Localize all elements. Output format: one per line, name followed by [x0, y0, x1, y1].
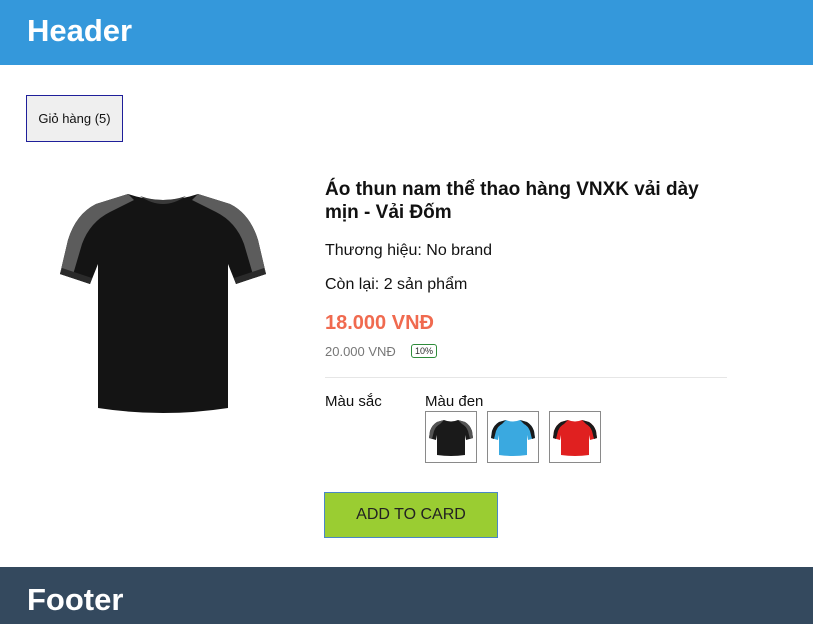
footer-title: Footer [27, 582, 124, 617]
red-tshirt-icon [553, 420, 597, 456]
product-old-price: 20.000 VNĐ [325, 344, 396, 359]
product-image [60, 182, 266, 422]
selected-color: Màu đen [425, 393, 484, 410]
swatch-red[interactable] [549, 411, 601, 463]
black-tshirt-icon [429, 420, 473, 456]
product-stock: Còn lại: 2 sản phẩm [325, 276, 468, 293]
discount-badge: 10% [411, 344, 438, 358]
page-header: Header [0, 0, 813, 65]
product-price: 18.000 VNĐ [325, 312, 434, 334]
add-to-cart-button[interactable]: ADD TO CARD [324, 492, 498, 538]
tshirt-image-icon [60, 194, 266, 413]
swatch-blue[interactable] [487, 411, 539, 463]
product-title: Áo thun nam thể thao hàng VNXK vải dày m… [325, 179, 699, 223]
color-label: Màu sắc [325, 393, 382, 410]
product-info: Áo thun nam thể thao hàng VNXK vải dày m… [325, 178, 727, 224]
product-brand: Thương hiệu: No brand [325, 242, 493, 259]
header-title: Header [27, 13, 133, 48]
divider [325, 377, 727, 378]
page-footer: Footer [0, 567, 813, 624]
blue-tshirt-icon [491, 420, 535, 456]
cart-button[interactable]: Giỏ hàng (5) [26, 95, 123, 142]
swatch-black[interactable] [425, 411, 477, 463]
